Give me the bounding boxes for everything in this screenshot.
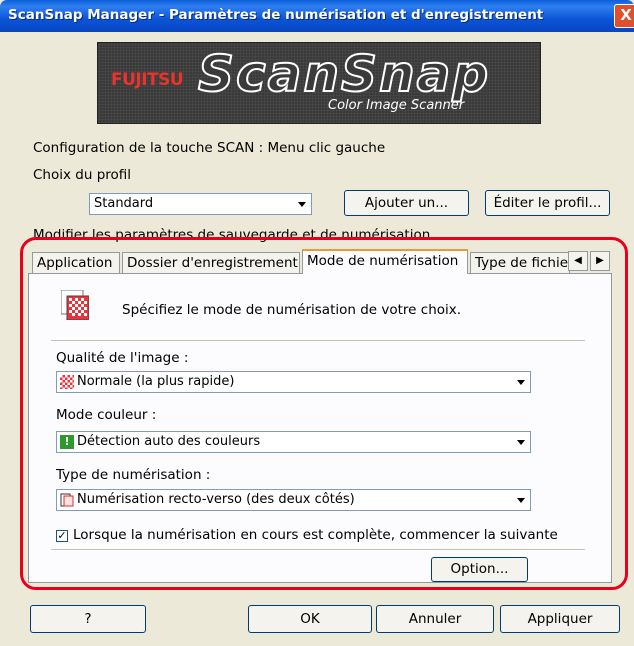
chevron-down-icon[interactable]	[513, 433, 529, 451]
tab-scan-mode[interactable]: Mode de numérisation	[302, 249, 468, 274]
tab-application[interactable]: Application	[32, 252, 120, 274]
help-button[interactable]: ?	[30, 605, 146, 633]
profile-select[interactable]: Standard	[89, 193, 312, 215]
continue-label: Lorsque la numérisation en cours est com…	[73, 527, 558, 543]
chevron-down-icon[interactable]	[513, 373, 529, 391]
quality-label: Qualité de l'image :	[56, 350, 189, 366]
fujitsu-logo: FUJITSU	[111, 70, 184, 90]
duplex-icon	[60, 493, 74, 507]
color-mode-label: Mode couleur :	[56, 407, 157, 423]
chevron-down-icon[interactable]	[513, 491, 529, 509]
tab-save-folder[interactable]: Dossier d'enregistrement	[122, 252, 300, 274]
modify-label: Modifier les paramètres de sauvegarde et…	[33, 227, 431, 243]
banner-subtitle: Color Image Scanner	[328, 98, 465, 113]
add-profile-button[interactable]: Ajouter un...	[344, 190, 469, 216]
arrow-left-icon[interactable]: ◀	[568, 251, 588, 271]
checker-icon	[60, 374, 74, 389]
panel-description: Spécifiez le mode de numérisation de vot…	[122, 302, 462, 318]
scansnap-banner: FUJITSU ScanSnap Color Image Scanner	[97, 42, 541, 124]
scansnap-logo: ScanSnap	[197, 44, 491, 104]
quality-select[interactable]: Normale (la plus rapide)	[56, 371, 531, 393]
cancel-button[interactable]: Annuler	[376, 605, 494, 633]
scan-mode-icon	[60, 289, 90, 321]
scan-type-select[interactable]: Numérisation recto-verso (des deux côtés…	[56, 489, 531, 511]
continue-checkbox[interactable]: ✓	[56, 530, 68, 542]
dialog-window: ScanSnap Manager - Paramètres de numéris…	[0, 0, 634, 646]
title-bar[interactable]: ScanSnap Manager - Paramètres de numéris…	[0, 0, 634, 32]
profile-label: Choix du profil	[33, 167, 132, 183]
close-button[interactable]: X	[614, 4, 634, 28]
divider	[51, 340, 585, 342]
tab-file-type[interactable]: Type de fichier	[470, 252, 570, 274]
color-mode-select[interactable]: ! Détection auto des couleurs	[56, 431, 531, 453]
config-label: Configuration de la touche SCAN : Menu c…	[33, 140, 386, 156]
window-title: ScanSnap Manager - Paramètres de numéris…	[8, 7, 544, 23]
scan-type-label: Type de numérisation :	[56, 467, 211, 483]
ok-button[interactable]: OK	[248, 605, 372, 633]
option-button[interactable]: Option...	[431, 557, 528, 582]
auto-color-icon: !	[60, 434, 74, 449]
scan-type-value: Numérisation recto-verso (des deux côtés…	[77, 492, 355, 507]
profile-value: Standard	[94, 196, 154, 211]
quality-value: Normale (la plus rapide)	[77, 374, 235, 389]
scan-mode-panel: Spécifiez le mode de numérisation de vot…	[28, 273, 612, 583]
apply-button[interactable]: Appliquer	[500, 605, 620, 633]
chevron-down-icon[interactable]	[294, 195, 310, 213]
tab-scroll-arrows: ◀ ▶	[568, 251, 612, 271]
color-mode-value: Détection auto des couleurs	[77, 434, 261, 449]
arrow-right-icon[interactable]: ▶	[590, 251, 610, 271]
edit-profile-button[interactable]: Éditer le profil...	[485, 190, 610, 216]
divider	[51, 549, 585, 551]
